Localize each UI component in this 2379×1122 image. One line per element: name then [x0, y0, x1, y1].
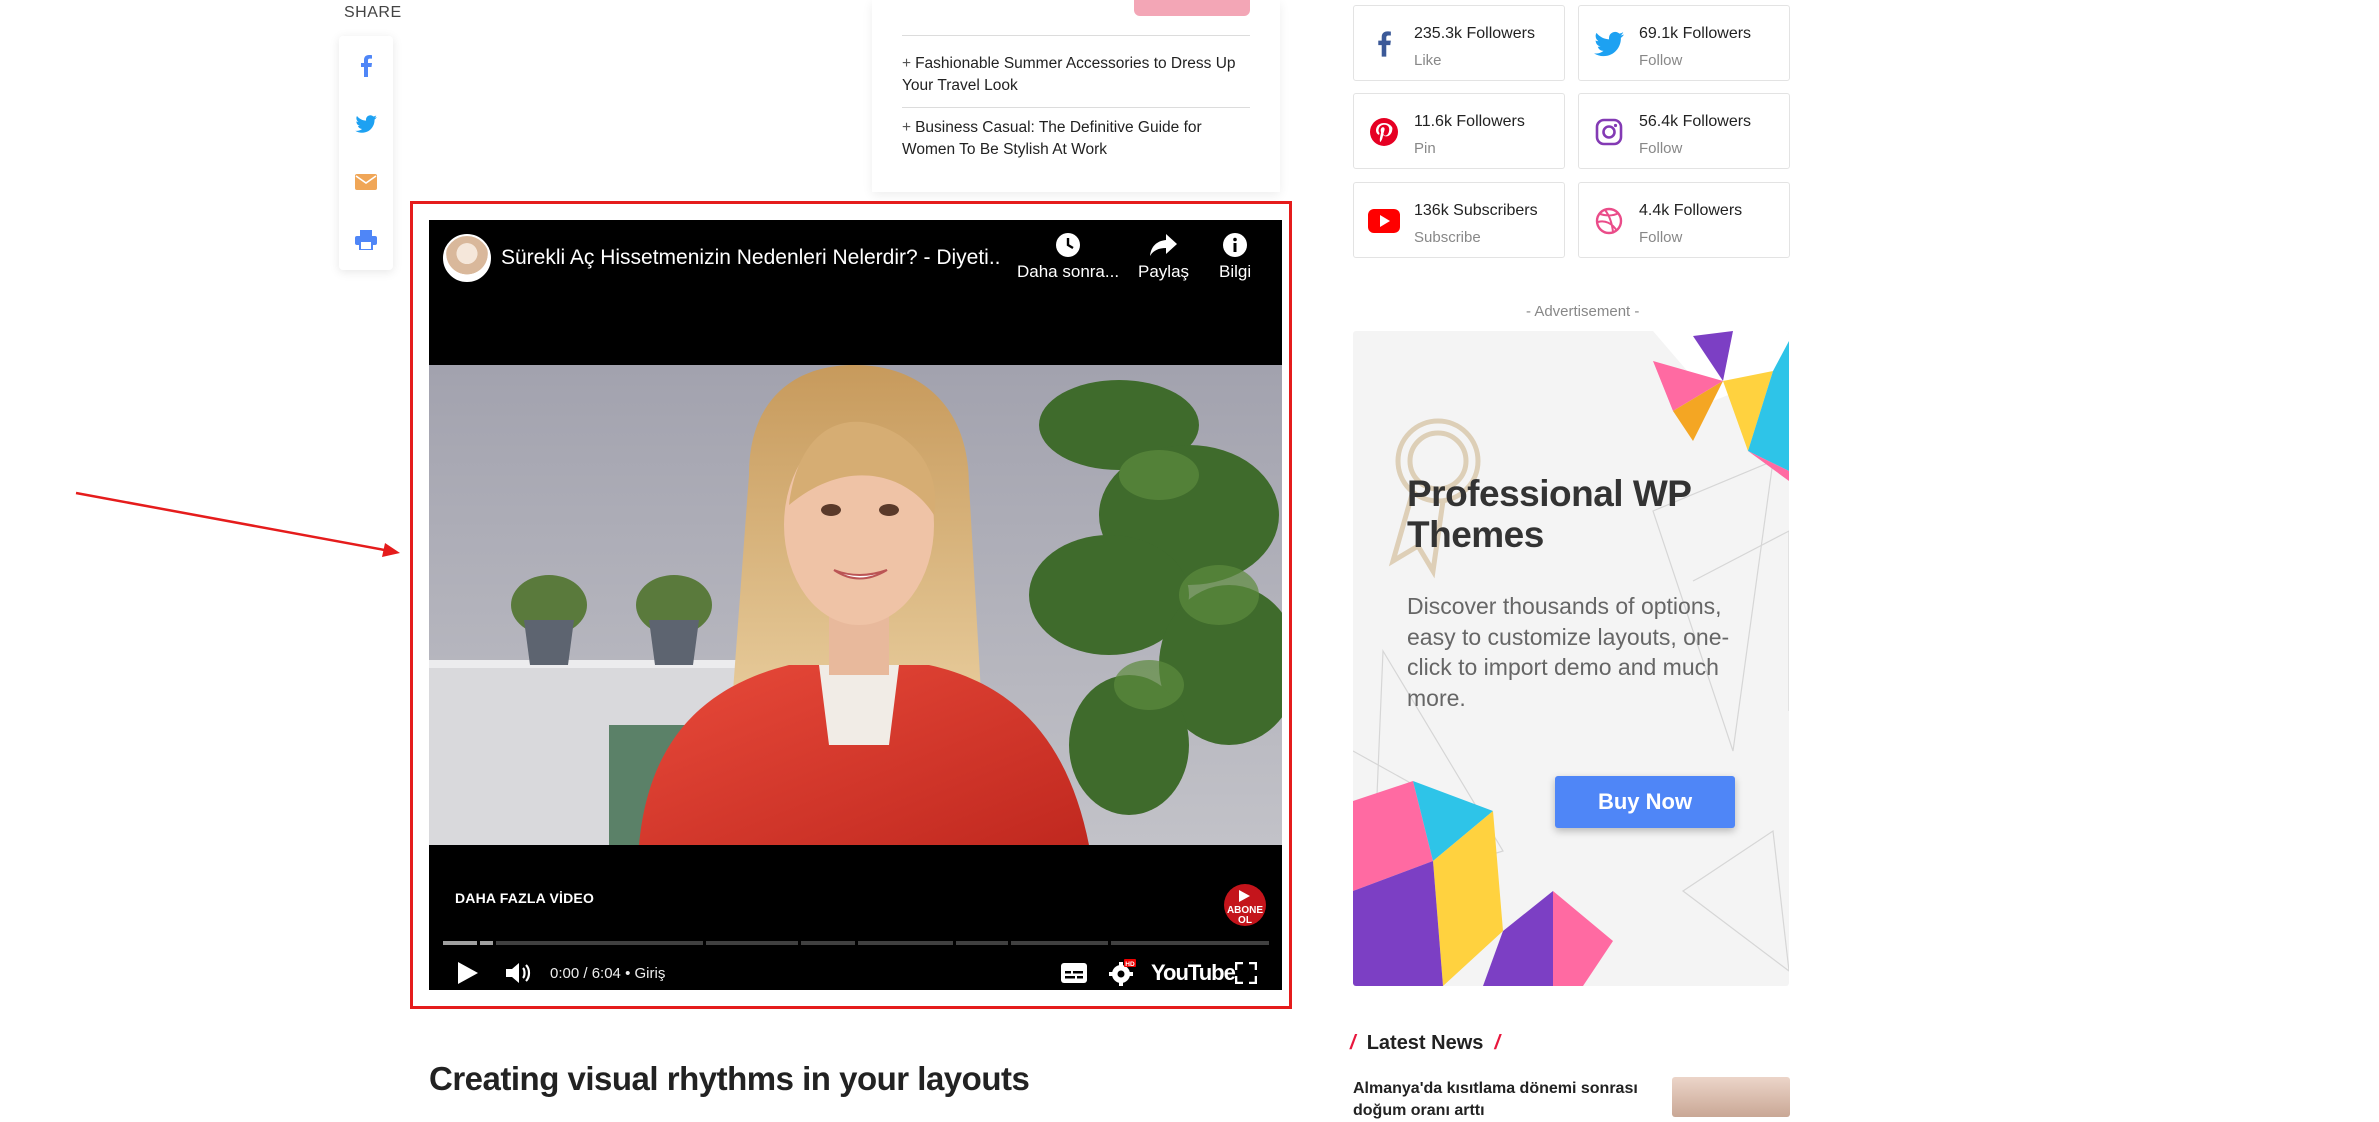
share-bar	[339, 36, 393, 270]
advertisement-label: - Advertisement -	[1526, 303, 1640, 320]
subtitles-button[interactable]	[1059, 958, 1089, 988]
twitter-icon	[1594, 31, 1624, 57]
related-posts-card: + Fashionable Summer Accessories to Dress…	[872, 0, 1280, 192]
related-post-link[interactable]: + Fashionable Summer Accessories to Dress…	[902, 53, 1252, 97]
progress-loaded	[443, 941, 493, 945]
video-title[interactable]: Sürekli Aç Hissetmenizin Nedenleri Neler…	[501, 246, 1001, 270]
social-twitter[interactable]: 69.1k Followers Follow	[1578, 5, 1790, 81]
time-display: 0:00 / 6:04 • Giriş	[550, 965, 666, 982]
chapter-marker	[477, 941, 480, 945]
news-item-thumbnail[interactable]	[1672, 1077, 1790, 1117]
social-facebook[interactable]: 235.3k Followers Like	[1353, 5, 1565, 81]
instagram-icon	[1595, 118, 1623, 146]
share-label: SHARE	[344, 4, 402, 21]
related-thumbnail[interactable]	[1134, 0, 1250, 16]
share-print-button[interactable]	[352, 226, 380, 254]
gear-icon: HD	[1109, 959, 1136, 986]
pinterest-icon	[1370, 118, 1398, 146]
chapter-marker	[1008, 941, 1011, 945]
share-arrow-icon	[1149, 234, 1177, 256]
print-icon	[355, 230, 377, 250]
social-youtube[interactable]: 136k Subscribers Subscribe	[1353, 182, 1565, 258]
subscribe-badge-icon[interactable]: ABONE OL	[1222, 880, 1268, 928]
plus-icon: +	[902, 55, 912, 72]
social-instagram[interactable]: 56.4k Followers Follow	[1578, 93, 1790, 169]
chapter-marker	[1108, 941, 1111, 945]
chapter-marker	[855, 941, 858, 945]
ad-title: Professional WP Themes	[1407, 473, 1691, 555]
related-post-link[interactable]: + Business Casual: The Definitive Guide f…	[902, 117, 1252, 161]
info-button[interactable]: Bilgi	[1219, 232, 1251, 282]
twitter-icon	[355, 115, 377, 133]
divider	[902, 107, 1250, 108]
more-videos-button[interactable]: DAHA FAZLA VİDEO	[455, 890, 594, 906]
share-email-button[interactable]	[352, 168, 380, 196]
divider	[902, 35, 1250, 36]
fullscreen-button[interactable]	[1231, 958, 1261, 988]
clock-icon	[1056, 233, 1081, 257]
play-icon	[458, 962, 478, 984]
channel-avatar[interactable]	[443, 234, 491, 282]
latest-news-heading: / Latest News /	[1350, 1032, 1501, 1054]
share-video-button[interactable]: Paylaş	[1138, 232, 1189, 282]
youtube-icon	[1368, 209, 1400, 233]
plus-icon: +	[902, 119, 912, 136]
fullscreen-icon	[1235, 962, 1257, 984]
play-button[interactable]	[453, 958, 483, 988]
dribbble-icon	[1595, 207, 1623, 235]
email-icon	[355, 174, 377, 190]
facebook-icon	[361, 55, 372, 77]
article-heading: Creating visual rhythms in your layouts	[429, 1060, 1030, 1097]
youtube-logo[interactable]: YouTube	[1151, 960, 1236, 986]
progress-bar[interactable]	[443, 941, 1269, 945]
chapter-marker	[703, 941, 706, 945]
facebook-icon	[1378, 31, 1391, 57]
video-frame[interactable]	[429, 365, 1282, 845]
social-pinterest[interactable]: 11.6k Followers Pin	[1353, 93, 1565, 169]
watch-later-button[interactable]: Daha sonra...	[1017, 232, 1119, 282]
volume-icon	[506, 963, 531, 983]
buy-now-button[interactable]: Buy Now	[1555, 776, 1735, 828]
youtube-player[interactable]: Sürekli Aç Hissetmenizin Nedenleri Neler…	[429, 220, 1282, 990]
share-twitter-button[interactable]	[352, 110, 380, 138]
chapter-marker	[493, 941, 496, 945]
hd-badge: HD	[1125, 961, 1135, 968]
ad-description: Discover thousands of options, easy to c…	[1407, 593, 1730, 711]
subtitles-icon	[1061, 963, 1087, 983]
chapter-marker	[798, 941, 801, 945]
share-facebook-button[interactable]	[352, 52, 380, 80]
info-icon	[1223, 233, 1248, 257]
svg-text:OL: OL	[1238, 915, 1252, 926]
social-dribbble[interactable]: 4.4k Followers Follow	[1578, 182, 1790, 258]
chapter-title[interactable]: Giriş	[635, 965, 666, 982]
advertisement-banner[interactable]: Professional WP Themes Discover thousand…	[1353, 331, 1789, 986]
news-item-title[interactable]: Almanya'da kısıtlama dönemi sonrası doğu…	[1353, 1078, 1663, 1122]
accent-slash: /	[1494, 1032, 1501, 1054]
accent-slash: /	[1350, 1032, 1356, 1054]
chapter-marker	[953, 941, 956, 945]
volume-button[interactable]	[503, 958, 537, 988]
settings-button[interactable]: HD	[1105, 958, 1139, 988]
